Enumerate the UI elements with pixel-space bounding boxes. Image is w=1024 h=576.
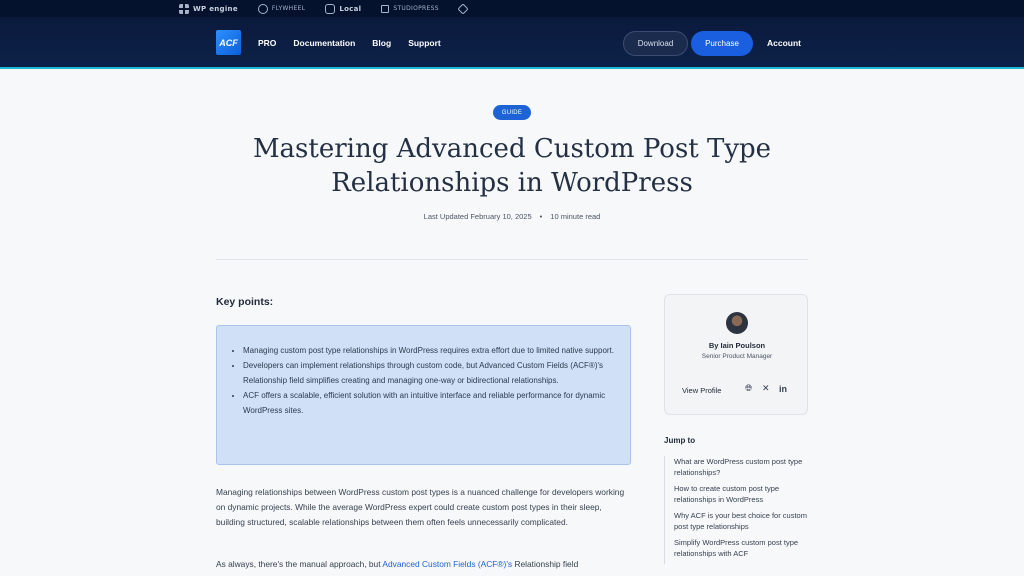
jump-link[interactable]: Why ACF is your best choice for custom p… <box>674 510 814 532</box>
account-link[interactable]: Account <box>767 17 801 69</box>
local-icon <box>325 3 336 14</box>
brand-label: Local <box>339 4 362 13</box>
studiopress-icon <box>381 4 390 13</box>
flywheel-icon <box>257 3 268 14</box>
brand-label: FLYWHEEL <box>271 5 306 12</box>
key-point-item: ACF offers a scalable, efficient solutio… <box>243 388 616 418</box>
key-points-list: Managing custom post type relationships … <box>243 343 616 418</box>
para-text: Relationship field <box>512 559 579 569</box>
brand-genesis[interactable] <box>457 2 469 15</box>
nav-links: PRO Documentation Blog Support <box>258 17 441 69</box>
author-role: Senior Product Manager <box>701 353 773 360</box>
globe-icon[interactable]: 🌐︎ <box>745 384 752 394</box>
brand-flywheel[interactable]: FLYWHEEL <box>257 3 306 14</box>
para-text: As always, there's the manual approach, … <box>216 559 383 569</box>
x-icon[interactable]: ✕ <box>762 384 770 394</box>
jump-to-heading: Jump to <box>664 436 696 445</box>
brand-bar: WP engine FLYWHEEL Local STUDIOPRESS <box>0 0 1024 17</box>
nav-link-support[interactable]: Support <box>408 38 441 48</box>
meta-separator: • <box>539 212 543 221</box>
jump-to-list: What are WordPress custom post type rela… <box>664 456 814 564</box>
key-points-box: Managing custom post type relationships … <box>216 325 631 465</box>
last-updated: Last Updated February 10, 2025 <box>423 212 532 221</box>
genesis-icon <box>457 2 469 15</box>
key-points-heading: Key points: <box>216 296 274 308</box>
guide-tag[interactable]: GUIDE <box>493 105 531 120</box>
nav-link-blog[interactable]: Blog <box>372 38 391 48</box>
brand-local[interactable]: Local <box>325 3 362 14</box>
page-title: Mastering Advanced Custom Post Type Rela… <box>252 134 772 198</box>
jump-link[interactable]: Simplify WordPress custom post type rela… <box>674 537 814 559</box>
wp-engine-icon <box>179 3 189 14</box>
download-button[interactable]: Download <box>623 31 688 56</box>
read-time: 10 minute read <box>550 212 601 221</box>
nav-link-documentation[interactable]: Documentation <box>293 38 355 48</box>
brand-studiopress[interactable]: STUDIOPRESS <box>381 4 439 13</box>
jump-link[interactable]: How to create custom post type relations… <box>674 483 814 505</box>
intro-paragraph: Managing relationships between WordPress… <box>216 487 625 527</box>
main-nav: ACF PRO Documentation Blog Support Downl… <box>0 17 1024 69</box>
avatar <box>726 312 748 334</box>
key-point-item: Developers can implement relationships t… <box>243 358 616 388</box>
brand-label: WP engine <box>193 4 238 13</box>
nav-link-pro[interactable]: PRO <box>258 38 276 48</box>
acf-link[interactable]: Advanced Custom Fields (ACF®)'s <box>382 559 512 569</box>
acf-logo[interactable]: ACF <box>216 30 241 55</box>
view-profile-link[interactable]: View Profile <box>682 386 721 395</box>
header-divider <box>216 259 808 260</box>
article-meta: Last Updated February 10, 2025 • 10 minute… <box>0 212 1024 221</box>
jump-link[interactable]: What are WordPress custom post type rela… <box>674 456 814 478</box>
key-point-item: Managing custom post type relationships … <box>243 343 616 358</box>
linkedin-icon[interactable]: in <box>779 384 787 394</box>
author-name: By Iain Poulson <box>708 341 766 350</box>
purchase-button[interactable]: Purchase <box>691 31 753 56</box>
brand-label: STUDIOPRESS <box>393 5 439 12</box>
author-card: By Iain Poulson Senior Product Manager V… <box>664 294 808 415</box>
brand-wp-engine[interactable]: WP engine <box>179 3 238 14</box>
second-paragraph: As always, there's the manual approach, … <box>216 557 626 572</box>
